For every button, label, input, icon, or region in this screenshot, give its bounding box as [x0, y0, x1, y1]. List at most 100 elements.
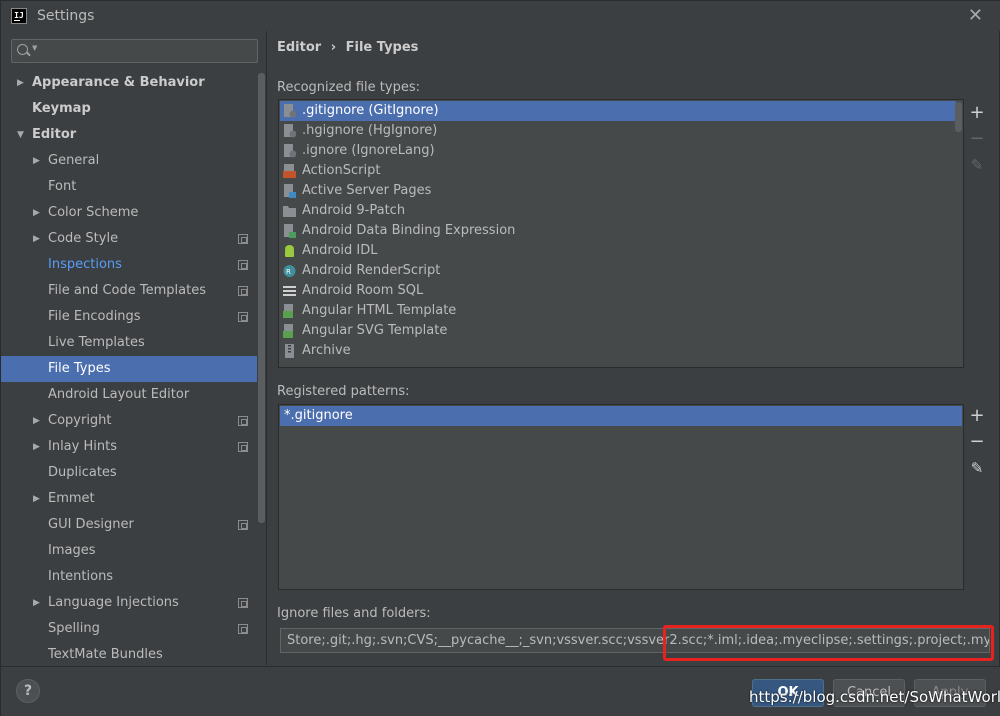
chevron-right-icon[interactable]: ▶	[33, 434, 40, 460]
asp-file-icon	[283, 184, 296, 198]
sidebar-item-language-injections[interactable]: ▶ Language Injections	[1, 590, 257, 616]
project-scope-icon	[238, 442, 248, 452]
sidebar-item-appearance-behavior[interactable]: ▶ Appearance & Behavior	[1, 70, 257, 96]
file-type-label: Android 9-Patch	[302, 203, 406, 218]
sidebar-item-duplicates[interactable]: Duplicates	[1, 460, 257, 486]
file-type-row[interactable]: Angular HTML Template	[280, 301, 940, 321]
sidebar-item-textmate-bundles[interactable]: TextMate Bundles	[1, 642, 257, 665]
cancel-button[interactable]: Cancel	[833, 679, 905, 707]
sidebar-item-file-encodings[interactable]: File Encodings	[1, 304, 257, 330]
settings-sidebar: ▼ ▶ Appearance & Behavior Keymap ▼ Editor ▶ Ge…	[1, 31, 267, 665]
breadcrumb-separator: ›	[330, 40, 337, 55]
remove-pattern-button[interactable]: −	[964, 431, 990, 453]
add-pattern-button[interactable]: +	[964, 405, 990, 427]
sidebar-item-label: Inspections	[48, 257, 122, 272]
sidebar-item-color-scheme[interactable]: ▶ Color Scheme	[1, 200, 257, 226]
chevron-right-icon[interactable]: ▶	[33, 590, 40, 616]
edit-pattern-button[interactable]: ✎	[964, 457, 990, 479]
search-icon	[17, 44, 28, 55]
sidebar-item-label: File Types	[48, 361, 111, 376]
sidebar-item-keymap[interactable]: Keymap	[1, 96, 257, 122]
sidebar-item-file-and-code-templates[interactable]: File and Code Templates	[1, 278, 257, 304]
ok-button[interactable]: OK	[752, 679, 824, 707]
sidebar-item-label: Color Scheme	[48, 205, 139, 220]
file-type-label: ActionScript	[302, 163, 381, 178]
project-scope-icon	[238, 260, 248, 270]
file-type-row[interactable]: Angular SVG Template	[280, 321, 940, 341]
file-type-row[interactable]: Android IDL	[280, 241, 940, 261]
sidebar-item-images[interactable]: Images	[1, 538, 257, 564]
sidebar-item-label: Code Style	[48, 231, 119, 246]
chevron-right-icon[interactable]: ▶	[17, 70, 24, 96]
sidebar-item-code-style[interactable]: ▶ Code Style	[1, 226, 257, 252]
file-type-row[interactable]: Android Room SQL	[280, 281, 940, 301]
sidebar-item-label: Language Injections	[48, 595, 179, 610]
add-file-type-button[interactable]: +	[964, 102, 990, 124]
chevron-right-icon[interactable]: ▶	[33, 486, 40, 512]
file-type-row[interactable]: .hgignore (HgIgnore)	[280, 121, 940, 141]
edit-file-type-button[interactable]: ✎	[964, 154, 990, 176]
recognized-file-types-list[interactable]: .gitignore (GitIgnore) .hgignore (HgIgnor…	[278, 99, 964, 368]
ignore-files-input[interactable]: Store;.git;.hg;.svn;CVS;__pycache__;_svn…	[280, 628, 990, 653]
sidebar-item-label: Editor	[32, 127, 77, 142]
title-bar: IJ Settings ✕	[1, 1, 1000, 31]
file-type-row[interactable]: .gitignore (GitIgnore)	[280, 101, 956, 121]
help-button[interactable]: ?	[16, 679, 40, 703]
file-type-row[interactable]: Active Server Pages	[280, 181, 940, 201]
apply-button[interactable]: Apply	[914, 679, 986, 707]
project-scope-icon	[238, 234, 248, 244]
file-types-scrollbar[interactable]	[955, 102, 962, 132]
sidebar-item-general[interactable]: ▶ General	[1, 148, 257, 174]
sidebar-item-label: File Encodings	[48, 309, 141, 324]
android-icon	[283, 244, 296, 258]
chevron-right-icon[interactable]: ▶	[33, 408, 40, 434]
angular-svg-icon	[283, 324, 296, 338]
hg-file-icon	[283, 124, 297, 138]
file-type-row[interactable]: Android 9-Patch	[280, 201, 940, 221]
archive-icon	[283, 344, 296, 358]
registered-patterns-list[interactable]: *.gitignore	[278, 404, 964, 590]
chevron-down-icon: ▼	[32, 44, 38, 52]
sidebar-item-intentions[interactable]: Intentions	[1, 564, 257, 590]
dialog-button-bar: ? OK Cancel Apply https://blog.csdn.net/…	[1, 666, 1000, 716]
sidebar-item-editor[interactable]: ▼ Editor	[1, 122, 257, 148]
chevron-right-icon[interactable]: ▶	[33, 226, 40, 252]
file-type-row[interactable]: ActionScript	[280, 161, 940, 181]
sidebar-item-live-templates[interactable]: Live Templates	[1, 330, 257, 356]
remove-file-type-button[interactable]: −	[964, 128, 990, 150]
file-type-row[interactable]: Archive	[280, 341, 940, 361]
project-scope-icon	[238, 520, 248, 530]
sidebar-item-font[interactable]: Font	[1, 174, 257, 200]
settings-tree: ▶ Appearance & Behavior Keymap ▼ Editor ▶ Gene…	[1, 70, 257, 665]
sidebar-item-copyright[interactable]: ▶ Copyright	[1, 408, 257, 434]
sidebar-item-label: Keymap	[32, 101, 91, 116]
chevron-right-icon[interactable]: ▶	[33, 148, 40, 174]
file-type-label: Angular HTML Template	[302, 303, 457, 318]
breadcrumb-parent[interactable]: Editor	[277, 40, 321, 55]
file-type-row[interactable]: Android Data Binding Expression	[280, 221, 940, 241]
sidebar-item-gui-designer[interactable]: GUI Designer	[1, 512, 257, 538]
sidebar-item-emmet[interactable]: ▶ Emmet	[1, 486, 257, 512]
sidebar-item-label: Spelling	[48, 621, 100, 636]
sidebar-item-file-types[interactable]: File Types	[1, 356, 257, 382]
close-icon[interactable]: ✕	[968, 5, 983, 26]
sidebar-item-inspections[interactable]: Inspections	[1, 252, 257, 278]
search-input[interactable]	[40, 42, 255, 60]
sidebar-scrollbar[interactable]	[258, 73, 265, 523]
settings-search-box[interactable]: ▼	[11, 39, 258, 63]
file-type-row[interactable]: R Android RenderScript	[280, 261, 940, 281]
pattern-label: *.gitignore	[284, 408, 353, 423]
sidebar-item-spelling[interactable]: Spelling	[1, 616, 257, 642]
project-scope-icon	[238, 416, 248, 426]
sidebar-item-android-layout-editor[interactable]: Android Layout Editor	[1, 382, 257, 408]
breadcrumb: Editor › File Types	[277, 40, 423, 55]
ignore-files-label: Ignore files and folders:	[277, 606, 431, 621]
project-scope-icon	[238, 312, 248, 322]
sidebar-item-label: Inlay Hints	[48, 439, 117, 454]
file-type-row[interactable]: .ignore (IgnoreLang)	[280, 141, 940, 161]
sidebar-item-inlay-hints[interactable]: ▶ Inlay Hints	[1, 434, 257, 460]
chevron-right-icon[interactable]: ▶	[33, 200, 40, 226]
settings-window: IJ Settings ✕ ▼ ▶ Appearance & Behavior Ke…	[0, 0, 1000, 716]
pattern-row[interactable]: *.gitignore	[280, 406, 962, 426]
chevron-down-icon[interactable]: ▼	[17, 122, 24, 148]
